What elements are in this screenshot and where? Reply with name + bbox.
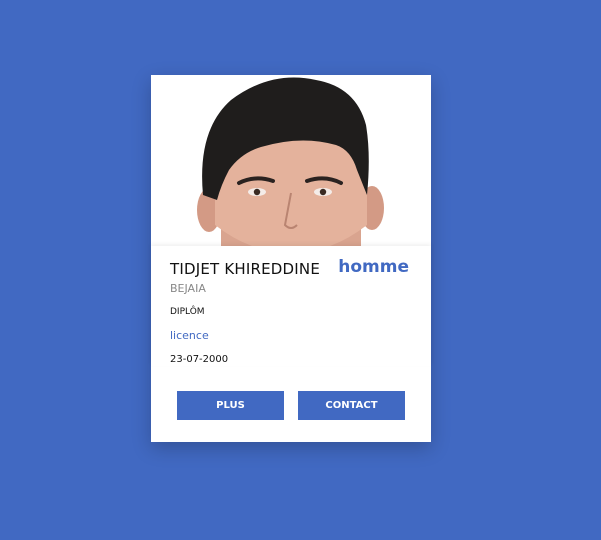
contact-button[interactable]: CONTACT — [298, 391, 405, 420]
profile-gender: homme — [338, 257, 409, 277]
plus-button[interactable]: PLUS — [177, 391, 284, 420]
diploma-value: licence — [170, 329, 209, 342]
profile-photo — [151, 75, 431, 246]
profile-name: TIDJET KHIREDDINE — [170, 260, 321, 278]
profile-city: BEJAIA — [170, 282, 206, 295]
profile-info: TIDJET KHIREDDINE homme BEJAIA DIPLÔM li… — [151, 246, 431, 366]
birth-date: 23-07-2000 — [170, 354, 229, 365]
diploma-label: DIPLÔM — [170, 307, 205, 317]
profile-card: TIDJET KHIREDDINE homme BEJAIA DIPLÔM li… — [151, 75, 431, 442]
